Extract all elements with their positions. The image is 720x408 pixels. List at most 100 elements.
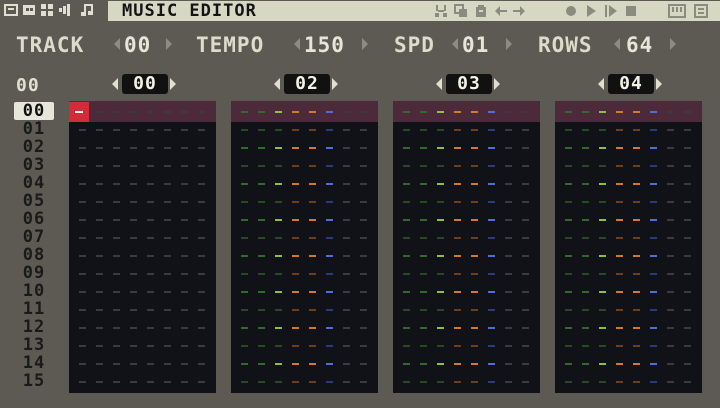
note-cell[interactable]: [565, 381, 572, 383]
note-cell[interactable]: [360, 147, 367, 149]
note-cell[interactable]: [147, 147, 154, 149]
note-cell[interactable]: [275, 327, 282, 329]
note-cell[interactable]: [326, 201, 333, 203]
note-cell[interactable]: [684, 219, 691, 221]
note-cell[interactable]: [130, 183, 137, 185]
note-cell[interactable]: [241, 129, 248, 131]
note-cell[interactable]: [113, 345, 120, 347]
note-cell[interactable]: [147, 345, 154, 347]
note-cell[interactable]: [582, 345, 589, 347]
note-cell[interactable]: [275, 363, 282, 365]
note-cell[interactable]: [164, 129, 171, 131]
note-cell[interactable]: [309, 129, 316, 131]
note-cell[interactable]: [488, 219, 495, 221]
note-cell[interactable]: [343, 147, 350, 149]
note-cell[interactable]: [454, 183, 461, 185]
rows-value[interactable]: 64: [626, 32, 653, 58]
note-cell[interactable]: [522, 219, 529, 221]
note-cell[interactable]: [258, 273, 265, 275]
note-cell[interactable]: [488, 165, 495, 167]
note-cell[interactable]: [667, 309, 674, 311]
note-cell[interactable]: [667, 345, 674, 347]
note-cell[interactable]: [275, 237, 282, 239]
note-cell[interactable]: [275, 291, 282, 293]
note-cell[interactable]: [505, 111, 512, 113]
note-cell[interactable]: [292, 111, 299, 113]
note-cell[interactable]: [241, 345, 248, 347]
note-cell[interactable]: [343, 363, 350, 365]
note-cell[interactable]: [79, 165, 86, 167]
note-cell[interactable]: [488, 309, 495, 311]
note-cell[interactable]: [147, 237, 154, 239]
row-number[interactable]: 10: [14, 282, 54, 300]
tempo-decrement-icon[interactable]: [294, 38, 300, 50]
track-decrement-icon[interactable]: [114, 38, 120, 50]
note-cell[interactable]: [633, 111, 640, 113]
note-cell[interactable]: [343, 345, 350, 347]
note-cell[interactable]: [292, 183, 299, 185]
note-cell[interactable]: [198, 111, 205, 113]
note-cell[interactable]: [505, 219, 512, 221]
note-cell[interactable]: [565, 255, 572, 257]
note-cell[interactable]: [471, 363, 478, 365]
redo-icon[interactable]: [512, 4, 526, 18]
note-cell[interactable]: [147, 381, 154, 383]
note-cell[interactable]: [565, 327, 572, 329]
note-cell[interactable]: [164, 345, 171, 347]
note-cell[interactable]: [275, 165, 282, 167]
note-cell[interactable]: [403, 273, 410, 275]
note-cell[interactable]: [437, 273, 444, 275]
pattern-prev-icon[interactable]: [274, 78, 280, 90]
note-cell[interactable]: [275, 219, 282, 221]
note-cell[interactable]: [650, 273, 657, 275]
note-cell[interactable]: [113, 165, 120, 167]
pattern-value[interactable]: 02: [284, 74, 330, 94]
note-cell[interactable]: [198, 381, 205, 383]
note-cell[interactable]: [258, 381, 265, 383]
note-cell[interactable]: [360, 165, 367, 167]
note-cell[interactable]: [164, 147, 171, 149]
note-cell[interactable]: [420, 111, 427, 113]
note-cell[interactable]: [275, 129, 282, 131]
note-cell[interactable]: [505, 237, 512, 239]
note-cell[interactable]: [113, 219, 120, 221]
note-cell[interactable]: [420, 309, 427, 311]
note-cell[interactable]: [403, 309, 410, 311]
note-cell[interactable]: [471, 111, 478, 113]
note-cell[interactable]: [181, 255, 188, 257]
note-cell[interactable]: [181, 345, 188, 347]
note-cell[interactable]: [582, 291, 589, 293]
note-cell[interactable]: [181, 273, 188, 275]
note-cell[interactable]: [113, 129, 120, 131]
note-cell[interactable]: [471, 309, 478, 311]
record-icon[interactable]: [564, 4, 578, 18]
note-cell[interactable]: [113, 309, 120, 311]
note-cell[interactable]: [96, 129, 103, 131]
note-cell[interactable]: [599, 309, 606, 311]
note-cell[interactable]: [79, 255, 86, 257]
note-cell[interactable]: [420, 273, 427, 275]
note-cell[interactable]: [616, 345, 623, 347]
note-cell[interactable]: [309, 111, 316, 113]
note-cell[interactable]: [650, 219, 657, 221]
note-cell[interactable]: [616, 309, 623, 311]
note-cell[interactable]: [616, 111, 623, 113]
note-cell[interactable]: [360, 273, 367, 275]
note-cell[interactable]: [599, 363, 606, 365]
note-cell[interactable]: [403, 165, 410, 167]
note-cell[interactable]: [309, 291, 316, 293]
note-cell[interactable]: [505, 273, 512, 275]
note-cell[interactable]: [420, 381, 427, 383]
note-cell[interactable]: [198, 327, 205, 329]
note-cell[interactable]: [326, 345, 333, 347]
pattern-value[interactable]: 03: [446, 74, 492, 94]
note-cell[interactable]: [582, 273, 589, 275]
note-cell[interactable]: [565, 309, 572, 311]
note-cell[interactable]: [454, 255, 461, 257]
note-cell[interactable]: [471, 327, 478, 329]
note-cell[interactable]: [565, 165, 572, 167]
pattern-selector-3[interactable]: 03: [436, 74, 502, 94]
note-cell[interactable]: [343, 327, 350, 329]
note-cell[interactable]: [582, 219, 589, 221]
note-cell[interactable]: [292, 291, 299, 293]
